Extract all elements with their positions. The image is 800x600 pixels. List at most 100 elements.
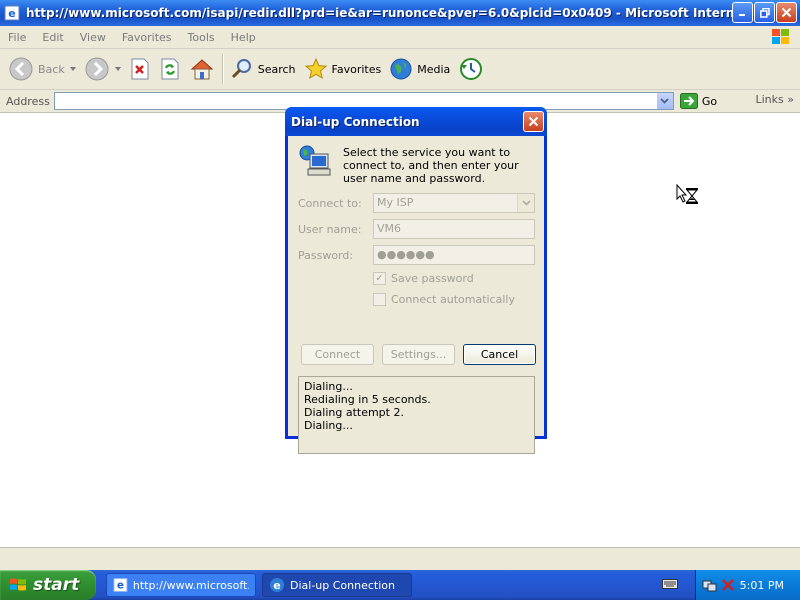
address-label: Address — [6, 94, 50, 108]
close-icon — [781, 7, 792, 18]
taskbar-item-label: Dial-up Connection — [290, 578, 395, 592]
system-tray: 5:01 PM — [695, 570, 800, 600]
menu-edit[interactable]: Edit — [34, 31, 71, 44]
minimize-button[interactable] — [732, 2, 753, 23]
windows-logo-icon — [10, 578, 26, 591]
network-icon[interactable] — [702, 577, 718, 593]
favorites-star-icon — [304, 57, 327, 80]
svg-text:e: e — [273, 579, 280, 592]
refresh-button[interactable] — [155, 52, 185, 86]
back-button[interactable]: Back — [4, 52, 80, 86]
toolbar-separator — [221, 54, 223, 84]
back-dropdown-icon[interactable] — [69, 67, 76, 71]
menu-favorites[interactable]: Favorites — [114, 31, 180, 44]
save-password-label: Save password — [391, 272, 474, 285]
connect-button[interactable]: Connect — [301, 344, 374, 365]
status-line: Dialing attempt 2. — [304, 406, 404, 419]
password-field[interactable]: ●●●●●● — [373, 245, 535, 265]
busy-cursor-icon — [676, 184, 699, 204]
home-icon — [190, 59, 214, 80]
refresh-icon — [161, 58, 179, 80]
internet-explorer-icon: e — [270, 578, 284, 592]
links-button[interactable]: Links » — [756, 93, 795, 106]
password-label: Password: — [298, 249, 354, 262]
forward-button[interactable] — [80, 52, 125, 86]
browser-title-bar[interactable]: e http://www.microsoft.com/isapi/redir.d… — [0, 0, 800, 26]
stop-icon — [131, 58, 149, 80]
taskbar-item-dialup[interactable]: e Dial-up Connection — [262, 573, 412, 597]
username-value: VM6 — [377, 222, 402, 235]
dialog-title-bar[interactable]: Dial-up Connection — [285, 107, 547, 136]
dialup-dialog: Dial-up Connection Select the service yo… — [285, 107, 547, 454]
cancel-button[interactable]: Cancel — [463, 344, 536, 365]
back-label: Back — [38, 62, 65, 76]
connect-automatically-label: Connect automatically — [391, 293, 515, 306]
start-label: start — [33, 575, 80, 595]
media-button[interactable]: Media — [385, 52, 454, 86]
save-password-checkbox[interactable]: ✓ Save password — [373, 272, 474, 285]
history-button[interactable] — [454, 52, 488, 86]
standard-toolbar: Back Search Favorites Media — [0, 49, 800, 90]
status-bar — [0, 547, 800, 571]
restore-icon — [759, 7, 770, 18]
connection-error-icon[interactable] — [720, 577, 736, 593]
chevron-down-icon — [660, 98, 669, 104]
chevron-right-icon: » — [787, 93, 794, 106]
links-label: Links — [755, 93, 784, 106]
connect-to-label: Connect to: — [298, 197, 362, 210]
stop-button[interactable] — [125, 52, 155, 86]
status-line: Dialing... — [304, 380, 353, 393]
username-label: User name: — [298, 223, 362, 236]
search-label: Search — [257, 62, 296, 76]
go-button[interactable]: Go — [679, 93, 718, 109]
search-icon — [231, 59, 251, 79]
keyboard-icon[interactable] — [662, 577, 678, 591]
media-globe-icon — [390, 58, 412, 80]
menu-tools[interactable]: Tools — [180, 31, 223, 44]
history-icon — [460, 58, 483, 80]
settings-button[interactable]: Settings... — [382, 344, 455, 365]
windows-flag-icon — [772, 29, 789, 44]
password-value: ●●●●●● — [377, 248, 435, 261]
favorites-button[interactable]: Favorites — [300, 52, 386, 86]
connect-automatically-checkbox[interactable]: Connect automatically — [373, 293, 515, 306]
dialup-computer-icon — [299, 145, 331, 176]
taskbar-item-browser[interactable]: e http://www.microsoft... — [106, 573, 256, 597]
menu-file[interactable]: File — [0, 31, 34, 44]
connect-automatically-check-box — [373, 293, 386, 306]
home-button[interactable] — [185, 52, 219, 86]
dialog-title: Dial-up Connection — [291, 114, 420, 129]
save-password-check-box: ✓ — [373, 272, 386, 285]
svg-text:e: e — [8, 7, 15, 20]
go-label: Go — [701, 94, 718, 108]
dialog-close-button[interactable] — [523, 111, 544, 132]
search-button[interactable]: Search — [226, 52, 300, 86]
address-dropdown-button[interactable] — [655, 93, 673, 109]
dialog-instructions: Select the service you want to connect t… — [343, 146, 519, 185]
status-line: Dialing... — [304, 419, 353, 432]
favorites-label: Favorites — [331, 62, 382, 76]
connect-to-dropdown-button[interactable] — [517, 194, 534, 212]
status-line: Redialing in 5 seconds. — [304, 393, 431, 406]
menu-view[interactable]: View — [72, 31, 114, 44]
internet-explorer-icon: e — [4, 5, 20, 21]
back-arrow-icon — [9, 57, 33, 81]
dialing-status-box: Dialing... Redialing in 5 seconds. Diali… — [298, 376, 535, 454]
taskbar-item-label: http://www.microsoft... — [132, 578, 249, 592]
maximize-button[interactable] — [754, 2, 775, 23]
forward-dropdown-icon[interactable] — [114, 67, 121, 71]
minimize-icon — [739, 14, 745, 16]
browser-title: http://www.microsoft.com/isapi/redir.dll… — [26, 6, 746, 20]
forward-arrow-icon — [85, 57, 109, 81]
media-label: Media — [417, 62, 451, 76]
close-button[interactable] — [776, 2, 797, 23]
start-button[interactable]: start — [0, 570, 96, 600]
svg-text:e: e — [117, 581, 124, 592]
connect-to-select[interactable]: My ISP — [373, 193, 535, 213]
username-field[interactable]: VM6 — [373, 219, 535, 239]
menu-bar: File Edit View Favorites Tools Help — [0, 26, 800, 49]
go-arrow-icon — [679, 93, 698, 109]
chevron-down-icon — [521, 200, 531, 206]
menu-help[interactable]: Help — [223, 31, 264, 44]
clock[interactable]: 5:01 PM — [740, 579, 784, 592]
